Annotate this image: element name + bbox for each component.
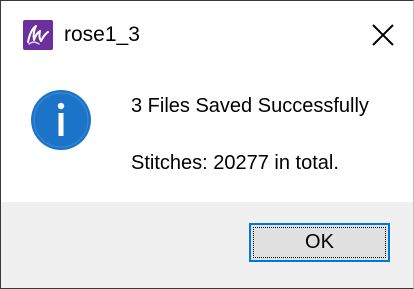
ok-button[interactable]: OK (249, 223, 390, 262)
info-icon (30, 89, 92, 151)
message-area: 3 Files Saved Successfully Stitches: 202… (1, 69, 413, 202)
ok-button-label: OK (305, 231, 334, 253)
button-bar: OK (1, 202, 413, 288)
message-dialog: rose1_3 3 Files Saved Successfully Stitc… (0, 0, 414, 289)
close-button[interactable] (363, 17, 403, 53)
close-icon (372, 24, 394, 46)
app-logo-icon (23, 20, 53, 50)
window-title: rose1_3 (64, 23, 140, 46)
message-line-stitches: Stitches: 20277 in total. (131, 152, 339, 174)
message-line-saved: 3 Files Saved Successfully (131, 95, 369, 117)
title-bar: rose1_3 (1, 1, 413, 69)
